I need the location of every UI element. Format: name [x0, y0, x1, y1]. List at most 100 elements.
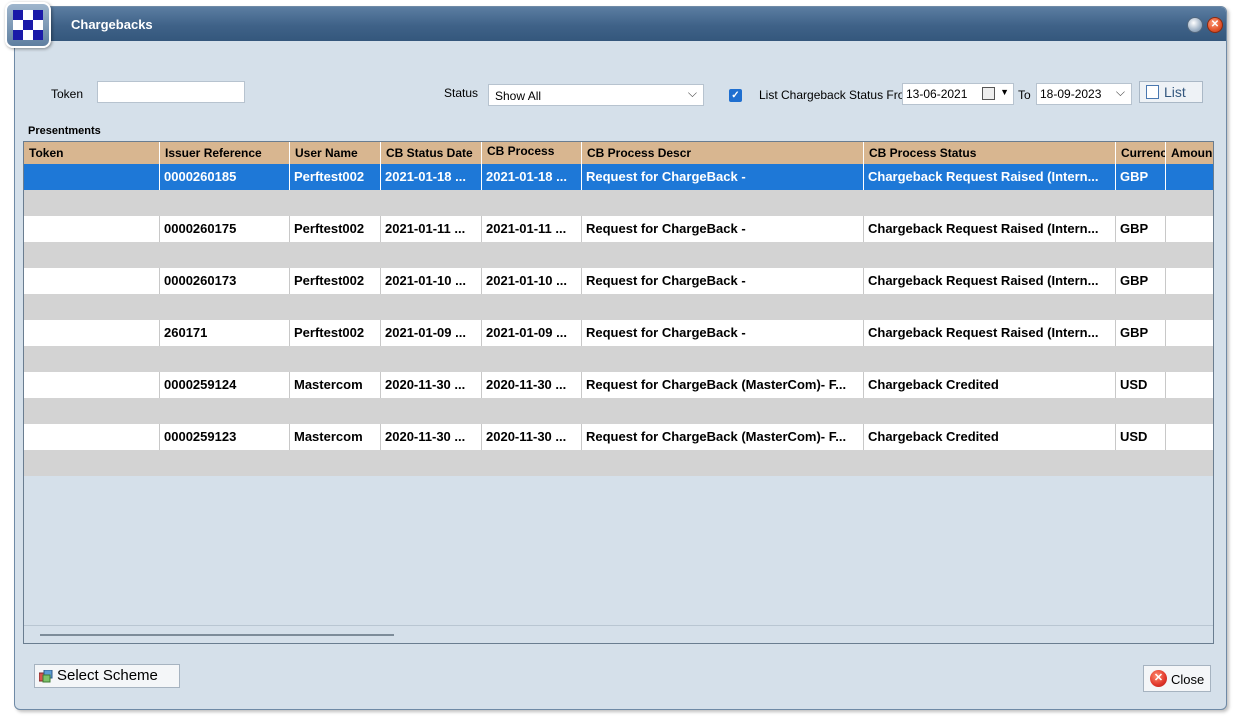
cell-cb-process: 2021-01-10 ... [481, 268, 581, 294]
table-row[interactable]: 0000260175 Perftest002 2021-01-11 ... 20… [24, 216, 1213, 242]
cell-amount [1165, 268, 1213, 294]
table-row-spacer [24, 398, 1213, 424]
cell-issuer-reference: 0000259123 [159, 424, 289, 450]
table-row-spacer [24, 242, 1213, 268]
minimize-button[interactable] [1187, 17, 1203, 33]
select-scheme-button[interactable]: Select Scheme [34, 664, 180, 688]
to-label: To [1018, 88, 1031, 102]
cell-user-name: Mastercom [289, 424, 380, 450]
grid-header: Token Issuer Reference User Name CB Stat… [24, 142, 1213, 164]
close-icon: ✕ [1150, 670, 1167, 687]
cell-cb-process: 2020-11-30 ... [481, 372, 581, 398]
date-from-value: 13-06-2021 [906, 87, 968, 101]
cell-cb-process-descr: Request for ChargeBack - [581, 216, 863, 242]
cell-issuer-reference: 0000259124 [159, 372, 289, 398]
date-to-picker[interactable]: 18-09-2023 ⌵ [1036, 83, 1132, 105]
cell-cb-process-descr: Request for ChargeBack - [581, 164, 863, 190]
cell-issuer-reference: 0000260175 [159, 216, 289, 242]
cell-issuer-reference: 260171 [159, 320, 289, 346]
table-row-spacer [24, 190, 1213, 216]
cell-cb-process-descr: Request for ChargeBack - [581, 320, 863, 346]
calendar-icon[interactable] [982, 87, 995, 100]
cell-amount [1165, 164, 1213, 190]
cell-cb-status-date: 2021-01-18 ... [380, 164, 481, 190]
list-icon [1146, 85, 1159, 99]
horizontal-scrollbar[interactable] [24, 625, 1213, 643]
cell-cb-status-date: 2020-11-30 ... [380, 424, 481, 450]
window-close-button[interactable]: ✕ [1207, 17, 1223, 33]
column-header-cb-status-date[interactable]: CB Status Date [380, 142, 481, 164]
cell-cb-status-date: 2021-01-09 ... [380, 320, 481, 346]
status-dropdown[interactable]: Show All ⌵ [488, 84, 704, 106]
cell-amount [1165, 320, 1213, 346]
select-scheme-label: Select Scheme [57, 667, 158, 684]
cell-currency: GBP [1115, 164, 1165, 190]
cell-amount [1165, 216, 1213, 242]
dropdown-arrow-icon[interactable]: ▼ [1000, 87, 1009, 97]
window-title: Chargebacks [71, 17, 153, 32]
chargebacks-window: Chargebacks ✕ Token Status Show All ⌵ ✓ … [14, 6, 1227, 710]
cell-token [24, 424, 159, 450]
table-row-spacer [24, 346, 1213, 372]
list-status-label: List Chargeback Status From [759, 88, 915, 102]
cell-token [24, 320, 159, 346]
list-button-label: List [1164, 84, 1186, 100]
column-header-cb-process-descr[interactable]: CB Process Descr [581, 142, 863, 164]
cell-cb-process-status: Chargeback Request Raised (Intern... [863, 216, 1115, 242]
cell-currency: USD [1115, 372, 1165, 398]
date-from-picker[interactable]: 13-06-2021 ▼ [902, 83, 1014, 105]
cell-currency: USD [1115, 424, 1165, 450]
cell-currency: GBP [1115, 216, 1165, 242]
cell-cb-process-status: Chargeback Request Raised (Intern... [863, 268, 1115, 294]
cell-cb-process-status: Chargeback Credited [863, 424, 1115, 450]
token-input[interactable] [97, 81, 245, 103]
cell-cb-process-descr: Request for ChargeBack (MasterCom)- F... [581, 424, 863, 450]
cell-cb-process-status: Chargeback Credited [863, 372, 1115, 398]
cell-user-name: Mastercom [289, 372, 380, 398]
cell-currency: GBP [1115, 320, 1165, 346]
cell-currency: GBP [1115, 268, 1165, 294]
column-header-user-name[interactable]: User Name [289, 142, 380, 164]
cell-amount [1165, 372, 1213, 398]
cell-cb-process-descr: Request for ChargeBack - [581, 268, 863, 294]
cell-cb-process-descr: Request for ChargeBack (MasterCom)- F... [581, 372, 863, 398]
close-button[interactable]: ✕ Close [1143, 665, 1211, 692]
column-header-cb-process-status[interactable]: CB Process Status [863, 142, 1115, 164]
column-header-issuer-reference[interactable]: Issuer Reference [159, 142, 289, 164]
status-value: Show All [495, 89, 542, 103]
cell-user-name: Perftest002 [289, 268, 380, 294]
cell-cb-process: 2021-01-18 ... [481, 164, 581, 190]
table-row[interactable]: 260171 Perftest002 2021-01-09 ... 2021-0… [24, 320, 1213, 346]
app-logo-icon [5, 2, 51, 48]
column-header-currency[interactable]: Currency [1115, 142, 1165, 164]
checker-logo-icon [13, 10, 43, 40]
column-header-token[interactable]: Token [24, 142, 159, 164]
section-title: Presentments [28, 125, 101, 137]
chevron-down-icon: ⌵ [1115, 85, 1125, 99]
table-row[interactable]: 0000260185 Perftest002 2021-01-18 ... 20… [24, 164, 1213, 190]
title-bar[interactable]: Chargebacks ✕ [15, 7, 1226, 41]
scrollbar-thumb[interactable] [40, 634, 394, 636]
cell-cb-process-status: Chargeback Request Raised (Intern... [863, 164, 1115, 190]
table-row[interactable]: 0000259123 Mastercom 2020-11-30 ... 2020… [24, 424, 1213, 450]
table-row-spacer [24, 294, 1213, 320]
cell-cb-status-date: 2021-01-10 ... [380, 268, 481, 294]
cell-issuer-reference: 0000260185 [159, 164, 289, 190]
cell-token [24, 372, 159, 398]
table-row-spacer [24, 450, 1213, 476]
presentments-grid[interactable]: Token Issuer Reference User Name CB Stat… [23, 141, 1214, 644]
cell-cb-process: 2020-11-30 ... [481, 424, 581, 450]
table-row[interactable]: 0000259124 Mastercom 2020-11-30 ... 2020… [24, 372, 1213, 398]
list-button[interactable]: List [1139, 81, 1203, 103]
cell-cb-process-status: Chargeback Request Raised (Intern... [863, 320, 1115, 346]
cell-token [24, 268, 159, 294]
column-header-cb-process[interactable]: CB Process [481, 142, 581, 164]
cell-user-name: Perftest002 [289, 320, 380, 346]
cell-user-name: Perftest002 [289, 216, 380, 242]
table-row[interactable]: 0000260173 Perftest002 2021-01-10 ... 20… [24, 268, 1213, 294]
token-label: Token [51, 87, 84, 101]
column-header-amount[interactable]: Amoun [1165, 142, 1213, 164]
list-status-checkbox[interactable]: ✓ [729, 89, 742, 102]
cell-cb-status-date: 2020-11-30 ... [380, 372, 481, 398]
cell-token [24, 164, 159, 190]
